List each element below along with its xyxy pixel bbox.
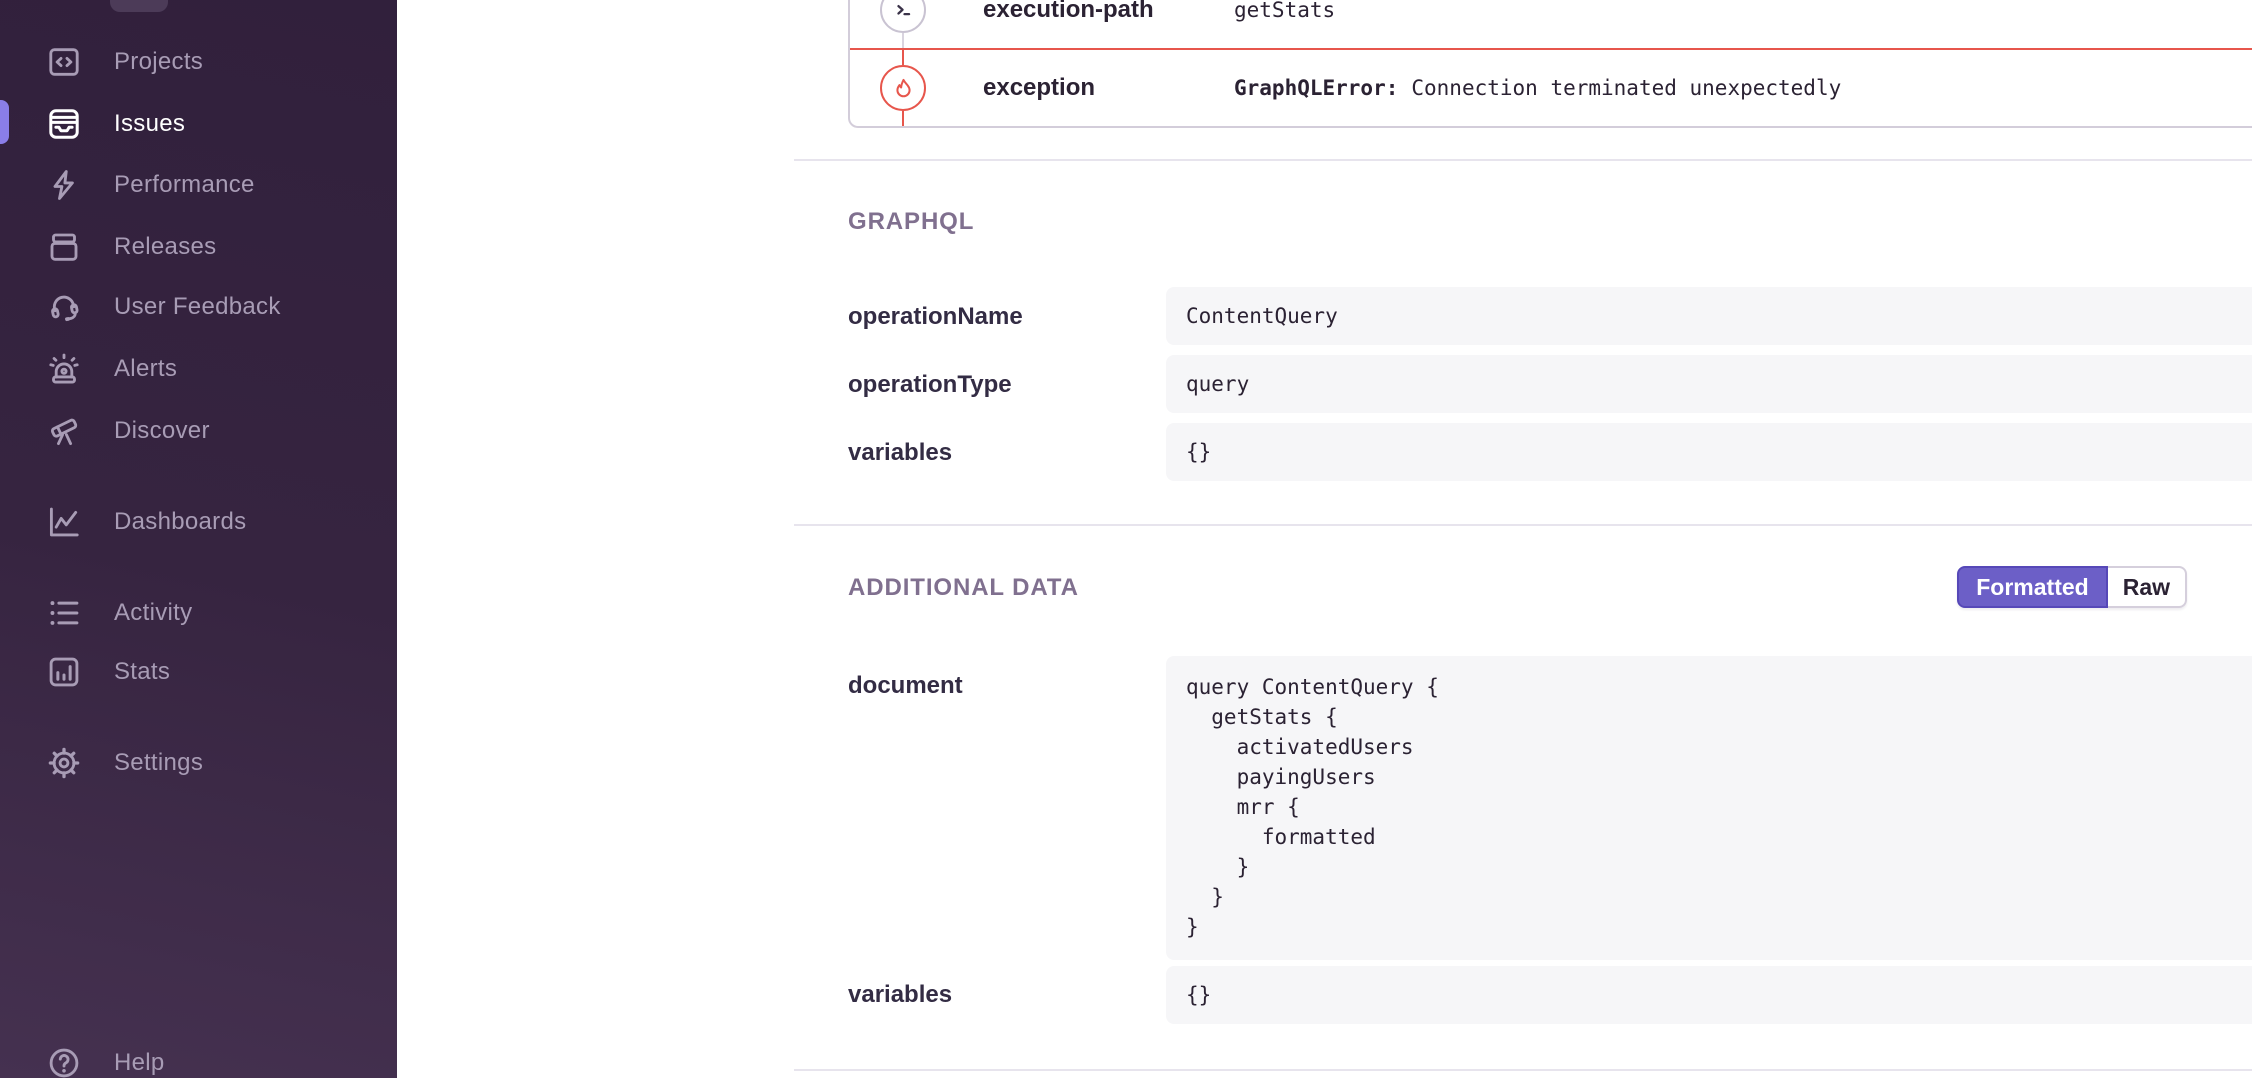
sidebar-item-label: Releases xyxy=(114,233,216,261)
section-divider xyxy=(794,524,2252,526)
sidebar-item-projects[interactable]: Projects xyxy=(0,31,397,93)
kv-value-operation-name: ContentQuery xyxy=(1166,287,2252,345)
user-feedback-icon xyxy=(44,287,84,327)
sidebar-item-label: Dashboards xyxy=(114,508,246,536)
sidebar-item-label: Activity xyxy=(114,599,192,627)
additional-data-section-title: ADDITIONAL DATA xyxy=(848,574,1079,602)
dashboards-icon xyxy=(44,502,84,542)
main-content: execution-path getStats debug 02:12:03 e… xyxy=(397,0,2252,1078)
help-icon xyxy=(44,1043,84,1078)
formatted-toggle-button[interactable]: Formatted xyxy=(1957,566,2107,608)
error-message: Connection terminated unexpectedly xyxy=(1411,76,1841,100)
view-toggle: Formatted Raw xyxy=(1957,566,2187,608)
discover-icon xyxy=(44,411,84,451)
sidebar-item-dashboards[interactable]: Dashboards xyxy=(0,491,397,553)
error-type: GraphQLError: xyxy=(1234,76,1398,100)
sidebar: Projects Issues Performance Releases Use xyxy=(0,0,397,1078)
sidebar-item-activity[interactable]: Activity xyxy=(0,582,397,644)
kv-key-variables-2: variables xyxy=(848,981,952,1009)
sidebar-item-stats[interactable]: Stats xyxy=(0,641,397,703)
issues-icon xyxy=(44,104,84,144)
sidebar-item-help[interactable]: Help xyxy=(0,1032,397,1078)
section-divider xyxy=(794,1069,2252,1071)
sidebar-item-label: Projects xyxy=(114,48,203,76)
breadcrumb-category: exception xyxy=(983,74,1095,102)
sidebar-item-label: Issues xyxy=(114,110,185,138)
graphql-section-title: GRAPHQL xyxy=(848,208,974,236)
kv-value-variables-2: {} xyxy=(1166,966,2252,1024)
sidebar-item-label: User Feedback xyxy=(114,293,281,321)
breadcrumb-category: execution-path xyxy=(983,0,1154,24)
timeline-connector xyxy=(902,50,904,65)
breadcrumb-message: GraphQLError: Connection terminated unexp… xyxy=(1234,76,1841,100)
breadcrumb-row-exception[interactable]: exception GraphQLError: Connection termin… xyxy=(850,48,2252,126)
kv-key-variables: variables xyxy=(848,439,952,467)
timeline-connector xyxy=(902,33,904,49)
activity-icon xyxy=(44,593,84,633)
fire-icon xyxy=(880,65,926,111)
kv-key-operation-type: operationType xyxy=(848,371,1012,399)
sidebar-item-issues[interactable]: Issues xyxy=(0,93,397,155)
terminal-icon xyxy=(880,0,926,33)
performance-icon xyxy=(44,165,84,205)
sidebar-item-label: Performance xyxy=(114,171,255,199)
alerts-icon xyxy=(44,349,84,389)
sidebar-top-partial-item xyxy=(110,0,168,12)
sidebar-item-label: Stats xyxy=(114,658,170,686)
kv-value-document: query ContentQuery { getStats { activate… xyxy=(1166,656,2252,960)
sidebar-item-performance[interactable]: Performance xyxy=(0,154,397,216)
sidebar-item-discover[interactable]: Discover xyxy=(0,400,397,462)
sidebar-item-label: Help xyxy=(114,1049,165,1077)
kv-key-document: document xyxy=(848,672,963,700)
timeline-connector xyxy=(902,111,904,126)
section-divider xyxy=(794,159,2252,161)
breadcrumb-row-execution-path[interactable]: execution-path getStats debug 02:12:03 xyxy=(850,0,2252,48)
breadcrumb-message: getStats xyxy=(1234,0,1335,22)
releases-icon xyxy=(44,227,84,267)
stats-icon xyxy=(44,652,84,692)
app-window: Projects Issues Performance Releases Use xyxy=(0,0,2252,1078)
sidebar-item-alerts[interactable]: Alerts xyxy=(0,338,397,400)
kv-key-operation-name: operationName xyxy=(848,303,1023,331)
sidebar-item-settings[interactable]: Settings xyxy=(0,732,397,794)
kv-value-operation-type: query xyxy=(1166,355,2252,413)
kv-value-variables: {} xyxy=(1166,423,2252,481)
sidebar-item-releases[interactable]: Releases xyxy=(0,216,397,278)
raw-toggle-button[interactable]: Raw xyxy=(2108,566,2187,608)
settings-icon xyxy=(44,743,84,783)
projects-icon xyxy=(44,42,84,82)
sidebar-item-label: Discover xyxy=(114,417,210,445)
sidebar-item-label: Alerts xyxy=(114,355,177,383)
sidebar-item-label: Settings xyxy=(114,749,203,777)
sidebar-item-user-feedback[interactable]: User Feedback xyxy=(0,276,397,338)
breadcrumbs-panel: execution-path getStats debug 02:12:03 e… xyxy=(848,0,2252,128)
